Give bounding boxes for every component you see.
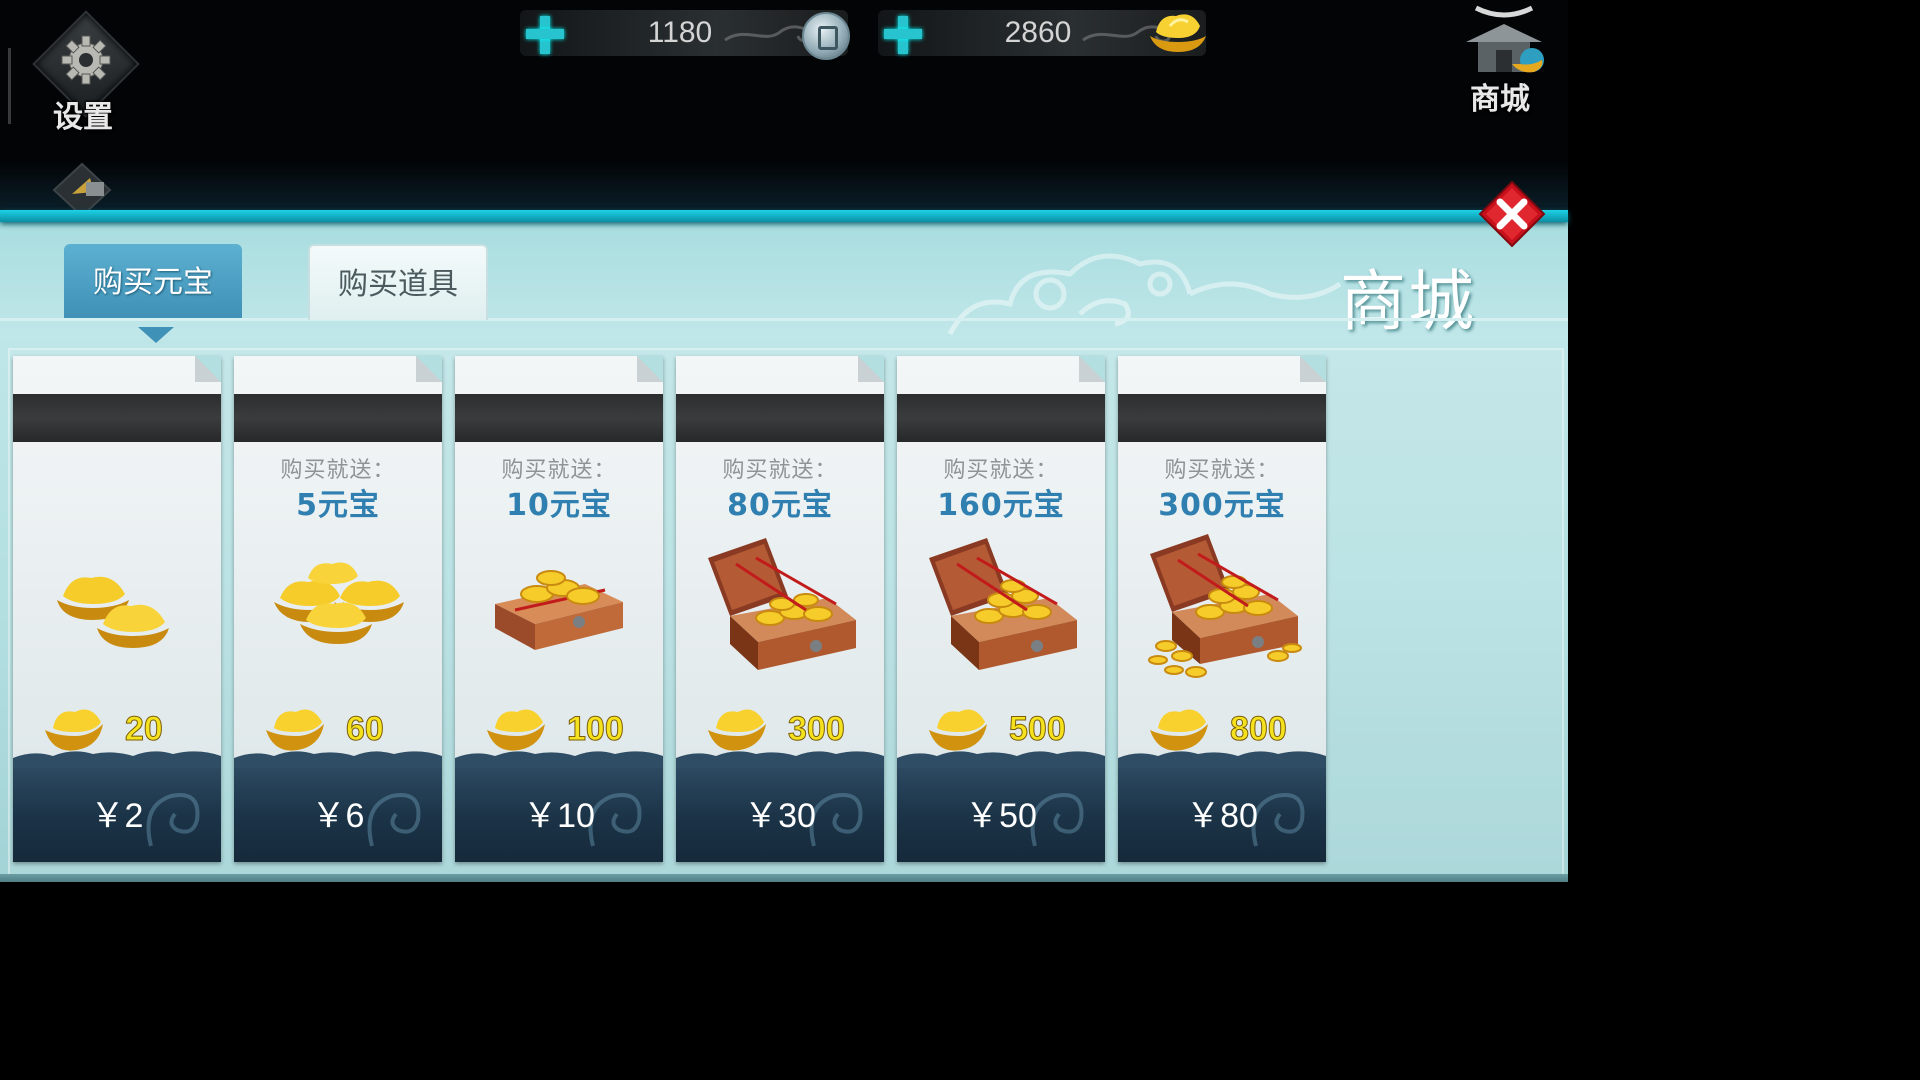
divider	[8, 48, 11, 124]
overflowing-chest-icon	[1148, 534, 1302, 678]
gold-amount: 500	[1009, 710, 1067, 749]
product-card[interactable]: 购买就送： 10元宝 100 ￥10	[455, 356, 663, 862]
two-ingots-icon	[57, 576, 169, 648]
ingot-box-icon	[495, 570, 623, 650]
price-label: ￥50	[965, 797, 1037, 835]
shop-button[interactable]: 商城	[1452, 2, 1562, 120]
active-tab-indicator	[138, 327, 174, 343]
tab-underline	[0, 318, 1568, 321]
add-ingot-button[interactable]	[882, 14, 922, 54]
settings-button[interactable]: 设置	[30, 10, 140, 135]
treasure-chest-icon	[708, 538, 856, 670]
product-card[interactable]: 购买就送： 300元宝 800 ￥80	[1118, 356, 1326, 862]
price-label: ￥30	[744, 797, 816, 835]
cloud-decoration	[947, 253, 1342, 336]
shop-panel: 商城 购买元宝 购买道具 20 ￥2 购买就送： 5元宝 60 ￥6 购买就送：…	[0, 180, 1568, 882]
product-card[interactable]: 20 ￥2	[13, 356, 221, 862]
pagoda-icon	[1466, 5, 1544, 73]
secondary-menu-icon[interactable]	[50, 160, 114, 210]
price-label: ￥80	[1186, 797, 1258, 835]
top-hud: 设置 1180 2860 商城	[0, 0, 1568, 210]
copper-currency-bar: 1180	[520, 10, 850, 60]
product-card[interactable]: 购买就送： 160元宝 500 ￥50	[897, 356, 1105, 862]
gold-amount: 800	[1230, 710, 1288, 749]
gold-amount: 100	[567, 710, 625, 749]
tab-buy-ingots[interactable]: 购买元宝	[64, 244, 242, 318]
add-copper-button[interactable]	[524, 14, 564, 54]
promo-value: 300元宝	[1158, 488, 1286, 523]
gold-amount: 300	[788, 710, 846, 749]
gear-icon	[61, 35, 111, 85]
gold-ingot-icon	[1150, 14, 1206, 52]
gold-amount: 60	[346, 710, 385, 749]
ingot-currency-bar: 2860	[878, 10, 1206, 56]
ingot-pile-icon	[274, 562, 404, 644]
settings-label: 设置	[53, 100, 113, 135]
price-label: ￥2	[90, 797, 144, 835]
gold-amount: 20	[125, 710, 164, 749]
promo-value: 10元宝	[506, 488, 612, 523]
copper-coin-icon	[802, 12, 850, 60]
product-card[interactable]: 购买就送： 80元宝 300 ￥30	[676, 356, 884, 862]
product-card[interactable]: 购买就送： 5元宝 60 ￥6	[234, 356, 442, 862]
price-label: ￥6	[311, 797, 365, 835]
promo-value: 5元宝	[296, 488, 380, 523]
promo-value: 160元宝	[937, 488, 1065, 523]
shop-label: 商城	[1470, 82, 1530, 117]
tab-buy-items[interactable]: 购买道具	[308, 244, 488, 320]
promo-value: 80元宝	[727, 488, 833, 523]
treasure-chest-icon	[929, 538, 1077, 670]
panel-title: 商城	[1340, 263, 1476, 340]
price-label: ￥10	[523, 797, 595, 835]
close-icon[interactable]	[1478, 180, 1546, 248]
